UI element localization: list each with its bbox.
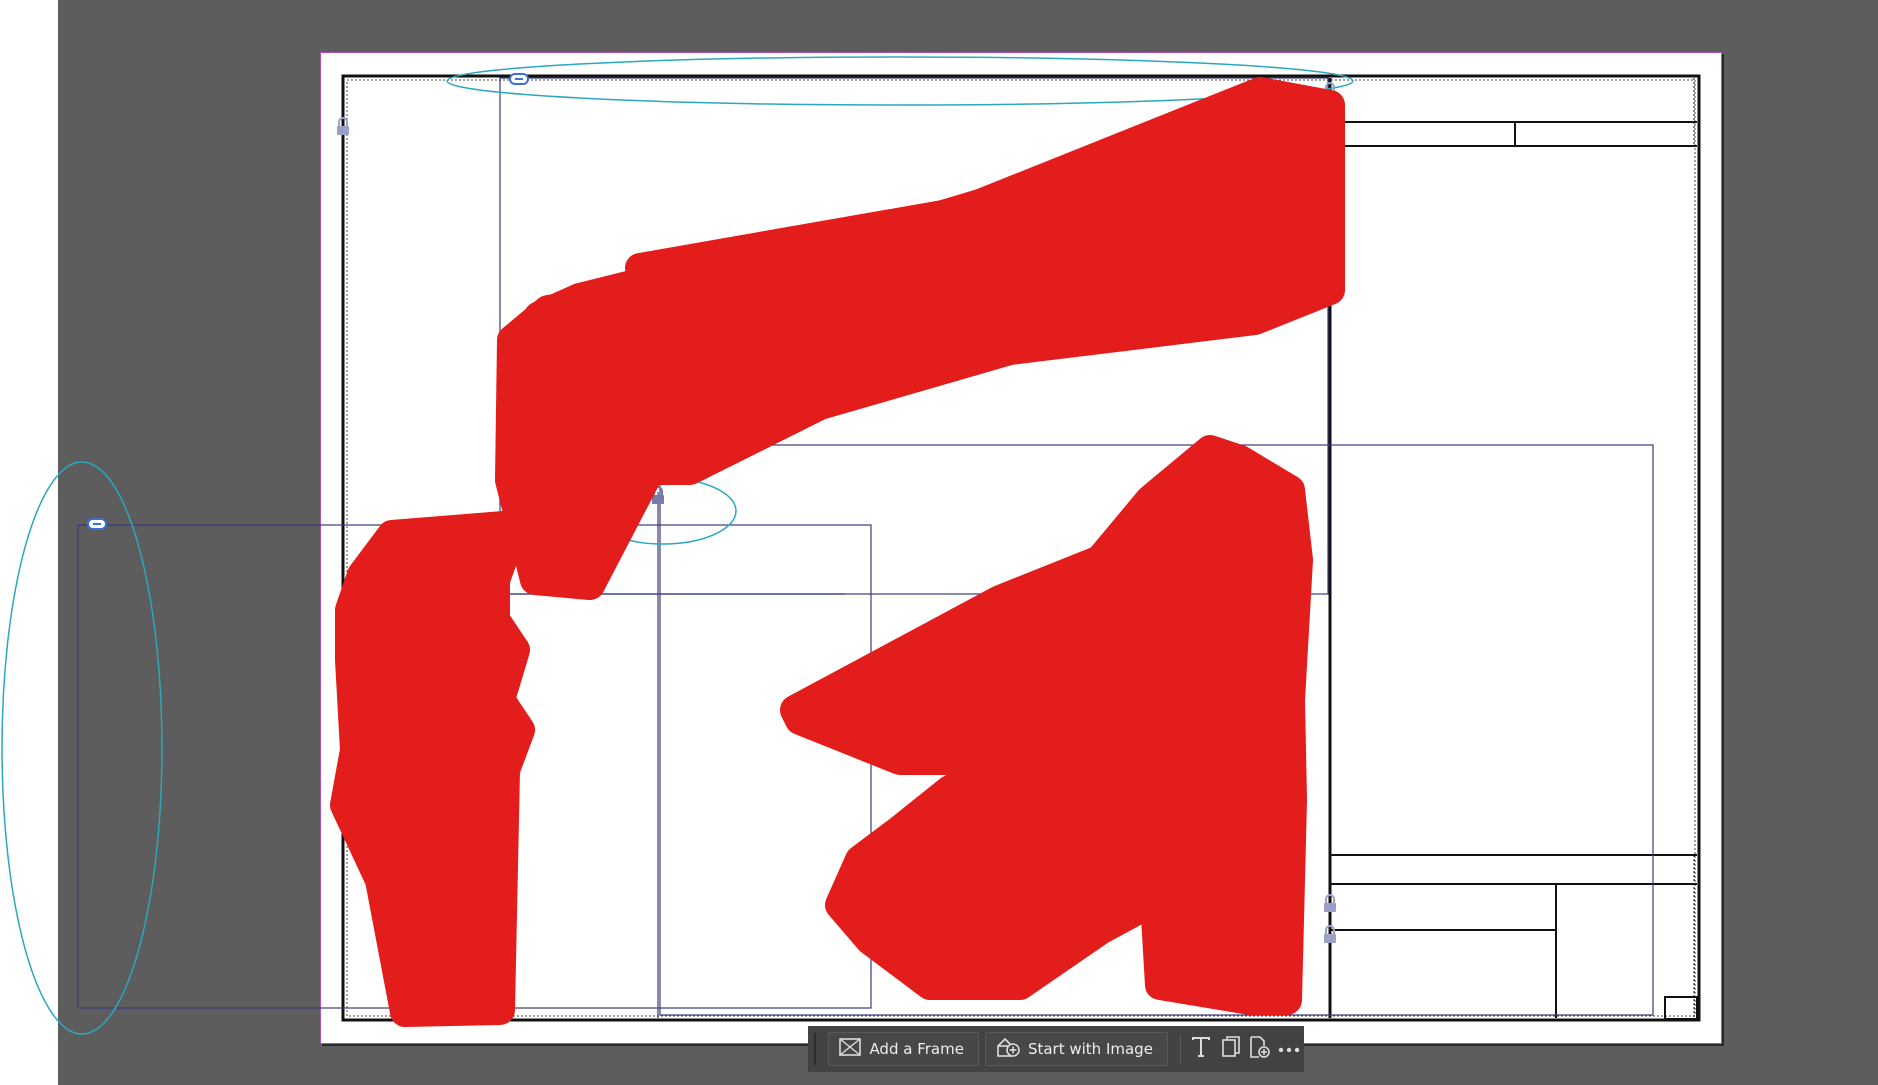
pages-button[interactable] [1216, 1032, 1245, 1066]
start-with-image-button[interactable]: Start with Image [984, 1032, 1168, 1066]
link-icon[interactable] [87, 518, 107, 530]
contextual-task-bar: Add a Frame Start with Image [808, 1026, 1304, 1072]
redaction-scribbles [330, 77, 1345, 1027]
highlight-ellipse-left [1, 461, 163, 1035]
more-icon [1278, 1040, 1300, 1058]
title-block-bottom[interactable] [1330, 854, 1698, 1020]
toolbar-separator [1179, 1034, 1181, 1064]
add-frame-label: Add a Frame [869, 1040, 964, 1058]
title-block-top[interactable] [1330, 78, 1697, 147]
add-frame-button[interactable]: Add a Frame [828, 1032, 979, 1066]
add-page-button[interactable] [1245, 1032, 1274, 1066]
start-with-image-label: Start with Image [1027, 1040, 1153, 1058]
text-icon [1191, 1036, 1211, 1063]
add-page-icon [1249, 1035, 1271, 1063]
canvas-layer[interactable] [0, 0, 1878, 1085]
link-icon[interactable] [509, 73, 529, 85]
pages-icon [1221, 1035, 1241, 1063]
task-bar-grip[interactable] [814, 1033, 817, 1065]
redaction-left-column [330, 510, 535, 1027]
more-options-button[interactable] [1275, 1032, 1304, 1066]
text-tool-button[interactable] [1187, 1032, 1216, 1066]
frame-icon [839, 1038, 862, 1060]
image-add-icon [996, 1036, 1020, 1062]
